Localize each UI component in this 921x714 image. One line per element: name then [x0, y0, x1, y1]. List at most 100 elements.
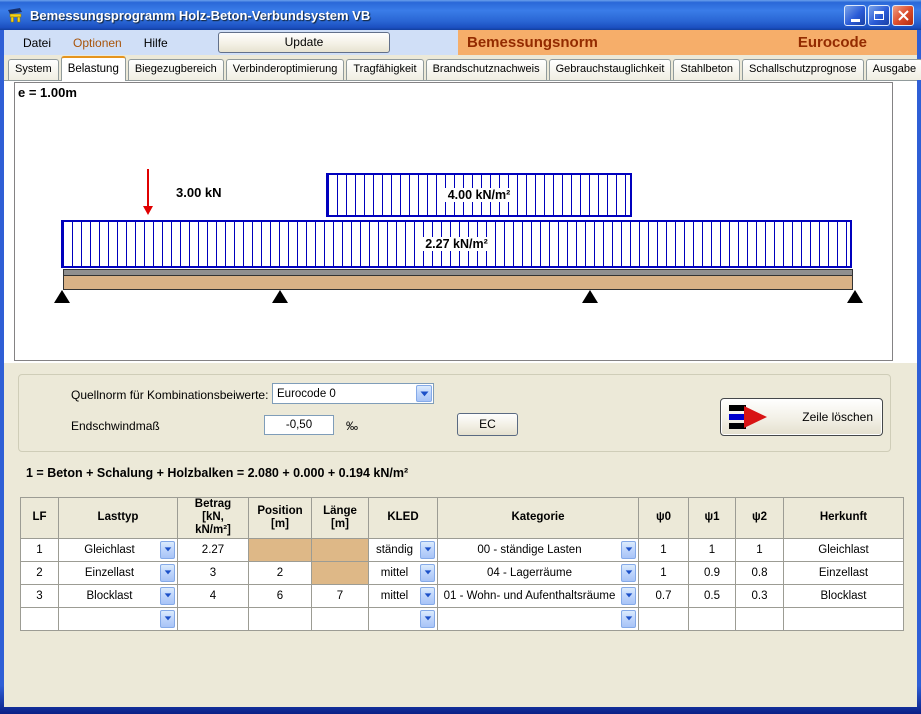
- norm-label: Bemessungsnorm: [467, 34, 598, 51]
- maximize-button[interactable]: [868, 5, 890, 26]
- chevron-down-icon: [424, 616, 432, 621]
- lasttyp-value[interactable]: Gleichlast: [59, 544, 160, 556]
- tab-stahlbeton[interactable]: Stahlbeton: [673, 59, 740, 80]
- cell-lasttyp: [59, 607, 178, 630]
- menu-datei[interactable]: Datei: [12, 32, 62, 54]
- cell-kled: mittel: [369, 561, 438, 584]
- kled-value[interactable]: mittel: [369, 590, 420, 602]
- uniform-load-area: 2.27 kN/m²: [61, 220, 852, 268]
- kategorie-value[interactable]: 00 - ständige Lasten: [438, 544, 621, 556]
- lasttyp-value[interactable]: Einzellast: [59, 567, 160, 579]
- cell-betrag[interactable]: 4: [178, 584, 249, 607]
- cell-psi2[interactable]: 0.3: [736, 584, 784, 607]
- load-summary-line: 1 = Beton + Schalung + Holzbalken = 2.08…: [26, 466, 408, 480]
- lasttyp-value[interactable]: Blocklast: [59, 590, 160, 602]
- cell-betrag[interactable]: 3: [178, 561, 249, 584]
- block-load-label: 4.00 kN/m²: [445, 188, 514, 202]
- cell-psi0[interactable]: [639, 607, 689, 630]
- tab-system[interactable]: System: [8, 59, 59, 80]
- quellnorm-dropdown-button[interactable]: [416, 385, 432, 402]
- endschwindmass-input[interactable]: [264, 415, 334, 435]
- menu-hilfe[interactable]: Hilfe: [133, 32, 179, 54]
- cell-position-disabled: [249, 538, 312, 561]
- close-button[interactable]: [892, 5, 914, 26]
- cell-psi1[interactable]: [689, 607, 736, 630]
- kled-dropdown-button[interactable]: [420, 610, 435, 628]
- kategorie-dropdown-button[interactable]: [621, 587, 636, 605]
- cell-laenge[interactable]: 7: [312, 584, 369, 607]
- cell-betrag[interactable]: 2.27: [178, 538, 249, 561]
- kled-dropdown-button[interactable]: [420, 587, 435, 605]
- cell-psi0[interactable]: 0.7: [639, 584, 689, 607]
- chevron-down-icon: [164, 547, 172, 552]
- cell-psi1[interactable]: 0.5: [689, 584, 736, 607]
- loads-table: LF Lasttyp Betrag [kN, kN/m²] Position […: [20, 497, 904, 631]
- support-icon: [272, 290, 288, 303]
- kled-value[interactable]: mittel: [369, 567, 420, 579]
- tab-biegezugbereich[interactable]: Biegezugbereich: [128, 59, 224, 80]
- cell-psi0[interactable]: 1: [639, 538, 689, 561]
- lasttyp-dropdown-button[interactable]: [160, 564, 175, 582]
- cell-herkunft: Blocklast: [784, 584, 904, 607]
- cell-psi1[interactable]: 1: [689, 538, 736, 561]
- kategorie-value[interactable]: 04 - Lagerräume: [438, 567, 621, 579]
- quellnorm-combobox[interactable]: Eurocode 0: [272, 383, 434, 404]
- cell-psi2[interactable]: 0.8: [736, 561, 784, 584]
- cell-lf: [21, 607, 59, 630]
- load-diagram: e = 1.00m 3.00 kN 4.00 kN/m² 2.27 kN/m²: [14, 82, 893, 361]
- lasttyp-dropdown-button[interactable]: [160, 541, 175, 559]
- tab-gebrauchstauglichkeit[interactable]: Gebrauchstauglichkeit: [549, 59, 672, 80]
- endschwindmass-label: Endschwindmaß: [71, 419, 160, 433]
- delete-row-button[interactable]: Zeile löschen: [720, 398, 883, 436]
- point-load-arrow: [142, 169, 154, 215]
- chevron-down-icon: [625, 547, 633, 552]
- lasttyp-dropdown-button[interactable]: [160, 587, 175, 605]
- cell-position[interactable]: [249, 607, 312, 630]
- kategorie-dropdown-button[interactable]: [621, 564, 636, 582]
- menu-bar: Datei Optionen Hilfe Update Bemessungsno…: [4, 30, 917, 55]
- support-icon: [847, 290, 863, 303]
- chevron-down-icon: [625, 593, 633, 598]
- cell-kategorie: [438, 607, 639, 630]
- quellnorm-value: Eurocode 0: [273, 388, 415, 400]
- point-load-arrow-head: [143, 206, 153, 215]
- tab-ausgabe[interactable]: Ausgabe: [866, 59, 921, 80]
- kled-dropdown-button[interactable]: [420, 564, 435, 582]
- menu-optionen[interactable]: Optionen: [62, 32, 133, 54]
- chevron-down-icon: [164, 616, 172, 621]
- cell-kategorie: 00 - ständige Lasten: [438, 538, 639, 561]
- cell-kled: [369, 607, 438, 630]
- tab-schallschutzprognose[interactable]: Schallschutzprognose: [742, 59, 864, 80]
- tab-brandschutznachweis[interactable]: Brandschutznachweis: [426, 59, 547, 80]
- cell-position[interactable]: 2: [249, 561, 312, 584]
- tab-verbinderoptimierung[interactable]: Verbinderoptimierung: [226, 59, 345, 80]
- maximize-icon: [874, 11, 884, 20]
- cell-herkunft: Gleichlast: [784, 538, 904, 561]
- update-button[interactable]: Update: [218, 32, 390, 53]
- point-load-label: 3.00 kN: [176, 185, 222, 200]
- ec-button[interactable]: EC: [457, 413, 518, 436]
- kled-dropdown-button[interactable]: [420, 541, 435, 559]
- tab-belastung[interactable]: Belastung: [61, 56, 126, 81]
- kategorie-dropdown-button[interactable]: [621, 541, 636, 559]
- kled-value[interactable]: ständig: [369, 544, 420, 556]
- title-bar: Bemessungsprogramm Holz-Beton-Verbundsys…: [0, 0, 921, 30]
- header-kategorie: Kategorie: [438, 498, 639, 539]
- cell-herkunft: [784, 607, 904, 630]
- cell-position[interactable]: 6: [249, 584, 312, 607]
- cell-laenge[interactable]: [312, 607, 369, 630]
- beam-timber-layer: [63, 275, 853, 290]
- tab-tragfaehigkeit[interactable]: Tragfähigkeit: [346, 59, 423, 80]
- cell-psi2[interactable]: 1: [736, 538, 784, 561]
- cell-psi1[interactable]: 0.9: [689, 561, 736, 584]
- kategorie-value[interactable]: 01 - Wohn- und Aufenthaltsräume: [438, 590, 621, 602]
- cell-psi0[interactable]: 1: [639, 561, 689, 584]
- cell-laenge-disabled: [312, 538, 369, 561]
- cell-lasttyp: Blocklast: [59, 584, 178, 607]
- chevron-down-icon: [164, 593, 172, 598]
- cell-betrag[interactable]: [178, 607, 249, 630]
- minimize-button[interactable]: [844, 5, 866, 26]
- cell-psi2[interactable]: [736, 607, 784, 630]
- lasttyp-dropdown-button[interactable]: [160, 610, 175, 628]
- kategorie-dropdown-button[interactable]: [621, 610, 636, 628]
